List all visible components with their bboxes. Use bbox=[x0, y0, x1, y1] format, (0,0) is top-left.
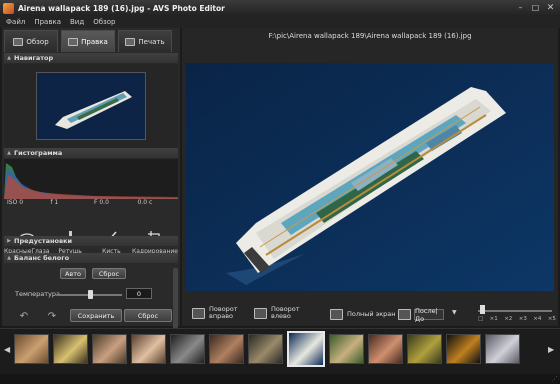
rotate-left-button[interactable]: Поворот влево bbox=[254, 306, 300, 320]
navigator-preview bbox=[4, 64, 178, 148]
tab-edit[interactable]: Правка bbox=[61, 30, 115, 52]
white-balance-title: Баланс белого bbox=[14, 254, 70, 262]
filmstrip-thumbnail[interactable] bbox=[131, 334, 166, 364]
print-icon bbox=[125, 37, 136, 46]
presets-header[interactable]: ▶ Предустановки bbox=[4, 236, 178, 246]
zoom-slider-handle[interactable] bbox=[480, 305, 485, 314]
presets-title: Предустановки bbox=[14, 237, 73, 245]
rotate-right-label: Поворот вправо bbox=[209, 305, 238, 320]
rotate-right-button[interactable]: Поворот вправо bbox=[192, 306, 238, 320]
wb-reset-button[interactable]: Сброс bbox=[92, 268, 126, 279]
redo-icon[interactable]: ↷ bbox=[44, 309, 60, 323]
zoom-1-label[interactable]: ×1 bbox=[490, 316, 498, 322]
before-after-select[interactable]: После|До bbox=[414, 307, 444, 323]
zoom-2-label[interactable]: ×2 bbox=[504, 316, 512, 322]
filmstrip-thumbnail[interactable] bbox=[368, 334, 403, 364]
scroll-left-icon[interactable]: ◀ bbox=[4, 345, 10, 354]
collapse-icon: ▲ bbox=[7, 150, 11, 156]
thumbnail-list bbox=[14, 331, 520, 367]
zoom-slider[interactable] bbox=[478, 310, 552, 312]
scroll-right-icon[interactable]: ▶ bbox=[548, 345, 554, 354]
edit-icon bbox=[68, 37, 79, 46]
save-button[interactable]: Сохранить bbox=[70, 309, 122, 322]
panel-scrollbar[interactable] bbox=[173, 268, 178, 330]
minimize-button[interactable]: – bbox=[514, 2, 527, 13]
expand-icon: ▶ bbox=[7, 238, 11, 244]
navigator-title: Навигатор bbox=[14, 54, 54, 62]
filmstrip-thumbnail[interactable] bbox=[287, 331, 325, 367]
tab-edit-label: Правка bbox=[81, 37, 108, 46]
fullscreen-icon bbox=[330, 309, 343, 320]
tab-browse[interactable]: Обзор bbox=[4, 30, 58, 52]
main-photo[interactable] bbox=[186, 63, 554, 291]
folder-icon bbox=[13, 37, 24, 46]
filmstrip-thumbnail[interactable] bbox=[485, 334, 520, 364]
file-path: F:\pic\Airena wallapack 189\Airena walla… bbox=[268, 32, 472, 40]
exif-readouts: ISO 0 f 1 F 0.0 0.0 c bbox=[4, 199, 178, 208]
menu-view[interactable]: Вид bbox=[70, 18, 84, 26]
maximize-button[interactable]: □ bbox=[529, 2, 542, 13]
temperature-label: Температура bbox=[15, 290, 60, 298]
window-title: Airena wallapack 189 (16).jpg - AVS Phot… bbox=[18, 3, 225, 13]
close-button[interactable]: ✕ bbox=[544, 2, 557, 13]
filmstrip-thumbnail[interactable] bbox=[446, 334, 481, 364]
filmstrip-thumbnail[interactable] bbox=[170, 334, 205, 364]
zoom-3-label[interactable]: ×3 bbox=[519, 316, 527, 322]
histogram-title: Гистограмма bbox=[14, 149, 63, 157]
fullscreen-label: Полный экран bbox=[347, 310, 396, 318]
navigator-header[interactable]: ▲ Навигатор bbox=[4, 53, 178, 63]
title-bar: Airena wallapack 189 (16).jpg - AVS Phot… bbox=[0, 0, 560, 16]
undo-icon[interactable]: ↶ bbox=[16, 309, 32, 323]
rotate-left-label: Поворот влево bbox=[271, 305, 300, 320]
rotate-left-icon bbox=[254, 307, 267, 319]
compare-icon bbox=[398, 309, 411, 320]
resize-grip-icon[interactable]: ⋰ bbox=[551, 375, 558, 383]
iso-readout: ISO 0 bbox=[7, 199, 24, 206]
temperature-slider-handle[interactable] bbox=[88, 290, 93, 299]
tab-print[interactable]: Печать bbox=[118, 30, 172, 52]
navigator-thumbnail[interactable] bbox=[36, 72, 146, 140]
filmstrip-thumbnail[interactable] bbox=[92, 334, 127, 364]
tab-print-label: Печать bbox=[138, 37, 165, 46]
chevron-down-icon[interactable]: ▼ bbox=[452, 309, 457, 316]
fullscreen-button[interactable]: Полный экран bbox=[330, 309, 396, 320]
aperture-readout: F 0.0 bbox=[94, 199, 109, 206]
histogram-graph bbox=[4, 159, 178, 199]
reset-button[interactable]: Сброс bbox=[124, 309, 172, 322]
rotate-right-icon bbox=[192, 307, 205, 319]
white-balance-header[interactable]: ▲ Баланс белого bbox=[4, 253, 178, 263]
menu-bar: Файл Правка Вид Обзор bbox=[0, 16, 560, 28]
collapse-icon: ▲ bbox=[7, 255, 11, 261]
status-bar: ⋰ bbox=[0, 374, 560, 384]
auto-button[interactable]: Авто bbox=[60, 268, 86, 279]
zoom-fit-label[interactable]: □ bbox=[478, 316, 483, 322]
menu-file[interactable]: Файл bbox=[6, 18, 25, 26]
filmstrip-thumbnail[interactable] bbox=[53, 334, 88, 364]
filmstrip-thumbnail[interactable] bbox=[209, 334, 244, 364]
focal-readout: f 1 bbox=[50, 199, 59, 206]
filmstrip-thumbnail[interactable] bbox=[14, 334, 49, 364]
app-logo-icon bbox=[3, 2, 14, 14]
mode-tabs: Обзор Правка Печать bbox=[4, 30, 172, 52]
filmstrip-thumbnail[interactable] bbox=[248, 334, 283, 364]
filmstrip-thumbnail[interactable] bbox=[329, 334, 364, 364]
histogram-header[interactable]: ▲ Гистограмма bbox=[4, 148, 178, 158]
collapse-icon: ▲ bbox=[7, 55, 11, 61]
filmstrip-thumbnail[interactable] bbox=[407, 334, 442, 364]
before-after-icon-wrap bbox=[398, 309, 411, 320]
menu-browse[interactable]: Обзор bbox=[93, 18, 115, 26]
zoom-4-label[interactable]: ×4 bbox=[533, 316, 541, 322]
zoom-5-label[interactable]: ×5 bbox=[548, 316, 556, 322]
menu-edit[interactable]: Правка bbox=[34, 18, 61, 26]
left-panel: Обзор Правка Печать ▲ Навигатор ▲ Гистог… bbox=[2, 28, 180, 330]
temperature-value-field[interactable]: 0 bbox=[126, 288, 152, 299]
exposure-readout: 0.0 c bbox=[137, 199, 153, 206]
tab-browse-label: Обзор bbox=[26, 37, 49, 46]
zoom-scale: □ ×1 ×2 ×3 ×4 ×5 bbox=[478, 316, 556, 322]
